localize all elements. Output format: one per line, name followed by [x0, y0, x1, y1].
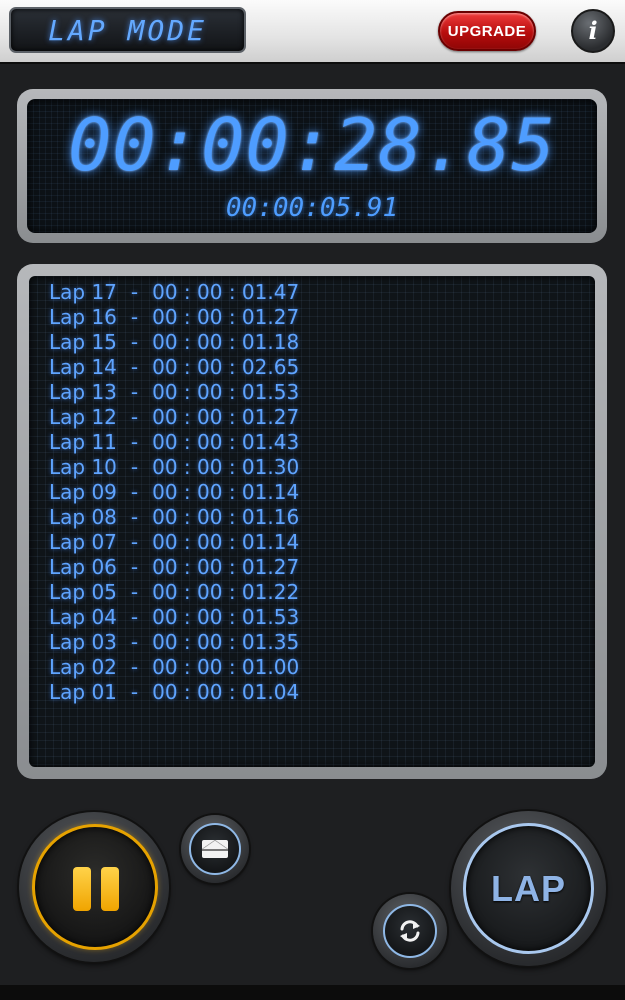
lap-label: Lap 03 — [49, 630, 117, 654]
lap-label: Lap 02 — [49, 655, 117, 679]
lap-label: Lap 12 — [49, 405, 117, 429]
lap-list: Lap 17-00 : 00 : 01.47 Lap 16-00 : 00 : 0… — [49, 280, 299, 705]
lap-separator: - — [130, 380, 139, 404]
upgrade-label: UPGRADE — [447, 22, 527, 40]
current-lap-time: 00:00:05.91 — [225, 193, 399, 223]
lap-label: Lap 14 — [49, 355, 117, 379]
lap-time: 00 : 00 : 01.27 — [152, 555, 300, 579]
lap-row: Lap 01-00 : 00 : 01.04 — [49, 680, 299, 705]
lap-separator: - — [130, 480, 139, 504]
lap-separator: - — [130, 330, 139, 354]
envelope-icon — [202, 840, 228, 858]
reset-button[interactable] — [373, 894, 447, 968]
lap-label: Lap 10 — [49, 455, 117, 479]
pause-icon — [73, 867, 91, 911]
lap-row: Lap 08-00 : 00 : 01.16 — [49, 505, 299, 530]
lap-separator: - — [130, 680, 139, 704]
timer-display: 00:00:28.85 00:00:05.91 — [27, 99, 597, 233]
lap-label: Lap 04 — [49, 605, 117, 629]
lap-separator: - — [130, 605, 139, 629]
lap-row: Lap 03-00 : 00 : 01.35 — [49, 630, 299, 655]
lap-time: 00 : 00 : 01.18 — [152, 330, 300, 354]
lap-separator: - — [130, 405, 139, 429]
timer-panel: 00:00:28.85 00:00:05.91 — [17, 89, 607, 243]
lap-row: Lap 09-00 : 00 : 01.14 — [49, 480, 299, 505]
lap-separator: - — [130, 305, 139, 329]
upgrade-button[interactable]: UPGRADE — [438, 11, 536, 51]
main-time: 00:00:28.85 — [68, 103, 556, 187]
lap-separator: - — [130, 280, 139, 304]
lap-time: 00 : 00 : 01.35 — [152, 630, 300, 654]
lap-time: 00 : 00 : 01.30 — [152, 455, 300, 479]
lap-time: 00 : 00 : 01.53 — [152, 380, 300, 404]
bottom-strip — [0, 985, 625, 1000]
mode-title: LAP MODE — [48, 13, 207, 47]
lap-separator: - — [130, 505, 139, 529]
lap-time: 00 : 00 : 01.27 — [152, 305, 300, 329]
lap-time: 00 : 00 : 01.00 — [152, 655, 300, 679]
lap-label: Lap 17 — [49, 280, 117, 304]
lap-separator: - — [130, 430, 139, 454]
lap-separator: - — [130, 580, 139, 604]
lap-time: 00 : 00 : 01.14 — [152, 480, 300, 504]
lap-button-label: LAP — [491, 867, 566, 909]
lap-label: Lap 16 — [49, 305, 117, 329]
lap-label: Lap 11 — [49, 430, 117, 454]
lap-row: Lap 06-00 : 00 : 01.27 — [49, 555, 299, 580]
lap-separator: - — [130, 530, 139, 554]
lap-label: Lap 09 — [49, 480, 117, 504]
lap-row: Lap 11-00 : 00 : 01.43 — [49, 430, 299, 455]
lap-separator: - — [130, 355, 139, 379]
lap-time: 00 : 00 : 01.43 — [152, 430, 300, 454]
lap-separator: - — [130, 555, 139, 579]
pause-icon-bar — [101, 867, 119, 911]
reset-button-face — [383, 904, 437, 958]
lap-time: 00 : 00 : 01.14 — [152, 530, 300, 554]
lap-button[interactable]: LAP — [463, 823, 594, 954]
pause-button[interactable] — [32, 824, 158, 950]
lap-label: Lap 05 — [49, 580, 117, 604]
lap-row: Lap 02-00 : 00 : 01.00 — [49, 655, 299, 680]
laps-display[interactable]: Lap 17-00 : 00 : 01.47 Lap 16-00 : 00 : 0… — [29, 276, 595, 767]
top-bar: LAP MODE UPGRADE i — [0, 0, 625, 64]
info-icon: i — [588, 16, 598, 45]
lap-label: Lap 07 — [49, 530, 117, 554]
lap-row: Lap 10-00 : 00 : 01.30 — [49, 455, 299, 480]
reset-icon — [400, 920, 420, 942]
lap-row: Lap 04-00 : 00 : 01.53 — [49, 605, 299, 630]
lap-time: 00 : 00 : 02.65 — [152, 355, 300, 379]
lap-label: Lap 13 — [49, 380, 117, 404]
lap-label: Lap 08 — [49, 505, 117, 529]
lap-time: 00 : 00 : 01.22 — [152, 580, 300, 604]
lap-row: Lap 05-00 : 00 : 01.22 — [49, 580, 299, 605]
lap-row: Lap 15-00 : 00 : 01.18 — [49, 330, 299, 355]
lap-row: Lap 13-00 : 00 : 01.53 — [49, 380, 299, 405]
lap-time: 00 : 00 : 01.47 — [152, 280, 300, 304]
lap-time: 00 : 00 : 01.53 — [152, 605, 300, 629]
lap-time: 00 : 00 : 01.04 — [152, 680, 300, 704]
email-button[interactable] — [181, 815, 249, 883]
lap-label: Lap 15 — [49, 330, 117, 354]
lap-row: Lap 16-00 : 00 : 01.27 — [49, 305, 299, 330]
email-button-face — [189, 823, 241, 875]
lap-row: Lap 14-00 : 00 : 02.65 — [49, 355, 299, 380]
info-button[interactable]: i — [571, 9, 615, 53]
lap-row: Lap 12-00 : 00 : 01.27 — [49, 405, 299, 430]
lap-separator: - — [130, 630, 139, 654]
mode-selector[interactable]: LAP MODE — [9, 7, 246, 53]
lap-label: Lap 06 — [49, 555, 117, 579]
lap-separator: - — [130, 655, 139, 679]
lap-time: 00 : 00 : 01.16 — [152, 505, 300, 529]
lap-separator: - — [130, 455, 139, 479]
lap-row: Lap 07-00 : 00 : 01.14 — [49, 530, 299, 555]
lap-label: Lap 01 — [49, 680, 117, 704]
lap-time: 00 : 00 : 01.27 — [152, 405, 300, 429]
laps-panel: Lap 17-00 : 00 : 01.47 Lap 16-00 : 00 : 0… — [17, 264, 607, 779]
lap-row: Lap 17-00 : 00 : 01.47 — [49, 280, 299, 305]
